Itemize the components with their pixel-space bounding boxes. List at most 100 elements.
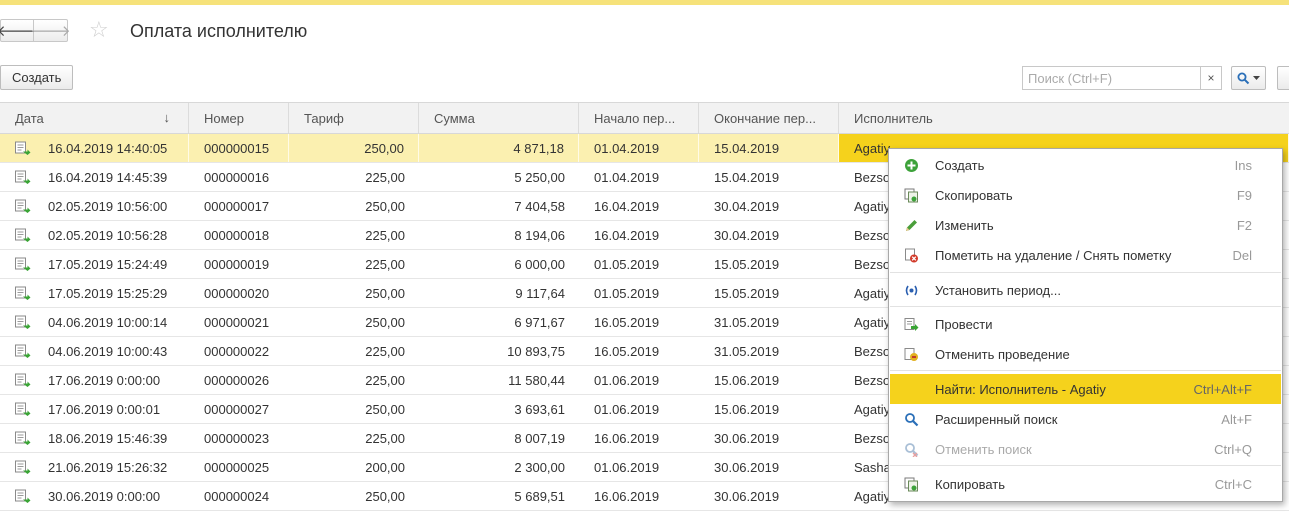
menu-item-label: Создать <box>935 157 985 173</box>
column-header-executor[interactable]: Исполнитель <box>839 103 1289 133</box>
cell-date-text: 17.05.2019 15:25:29 <box>48 285 168 301</box>
cell-date-text: 04.06.2019 10:00:14 <box>48 314 168 330</box>
cell-period-end: 30.06.2019 <box>699 424 839 452</box>
menu-item-advanced-search[interactable]: Расширенный поиск Alt+F <box>890 404 1281 434</box>
menu-item-find-executor[interactable]: Найти: Исполнитель - Agatiy Ctrl+Alt+F <box>890 374 1281 404</box>
cell-date-text: 02.05.2019 10:56:28 <box>48 227 168 243</box>
cell-period-start-text: 16.05.2019 <box>594 314 660 330</box>
cell-period-end-text: 30.06.2019 <box>714 459 780 475</box>
cell-executor-text: Sasha <box>854 459 891 475</box>
cell-executor-text: Agatiy <box>854 314 891 330</box>
cell-period-start: 01.04.2019 <box>579 163 699 191</box>
cell-period-end: 30.06.2019 <box>699 482 839 510</box>
cell-executor-text: Agatiy <box>854 285 891 301</box>
menu-item-label: Найти: Исполнитель - Agatiy <box>935 381 1106 397</box>
pencil-icon <box>904 218 919 233</box>
cell-period-end-text: 30.04.2019 <box>714 198 780 214</box>
menu-item-create[interactable]: Создать Ins <box>890 150 1281 180</box>
forward-button[interactable]: 🡒 <box>30 19 71 42</box>
menu-item-mark-delete[interactable]: Пометить на удаление / Снять пометку Del <box>890 240 1281 270</box>
column-header-number[interactable]: Номер <box>189 103 289 133</box>
posted-document-icon <box>15 489 31 503</box>
cell-date: 02.05.2019 10:56:28 <box>0 221 189 249</box>
cell-tariff-text: 250,00 <box>365 488 405 504</box>
create-button[interactable]: Создать <box>0 65 74 90</box>
cell-tariff-text: 225,00 <box>365 227 405 243</box>
cell-period-start: 16.05.2019 <box>579 308 699 336</box>
column-header-period-start[interactable]: Начало пер... <box>579 103 699 133</box>
column-header-amount[interactable]: Сумма <box>419 103 579 133</box>
posted-document-icon <box>15 431 31 445</box>
cell-date-text: 04.06.2019 10:00:43 <box>48 343 168 359</box>
menu-item-shortcut: Ctrl+Alt+F <box>1193 381 1252 397</box>
menu-item-copy-clipboard[interactable]: Копировать Ctrl+C <box>890 469 1281 499</box>
cell-amount: 5 689,51 <box>419 482 579 510</box>
column-header-period-end[interactable]: Окончание пер... <box>699 103 839 133</box>
cell-amount: 5 250,00 <box>419 163 579 191</box>
cell-period-start-text: 16.04.2019 <box>594 198 660 214</box>
menu-item-post[interactable]: Провести <box>890 309 1281 339</box>
cell-executor-text: Agatiy <box>854 198 891 214</box>
copy-icon <box>904 188 919 203</box>
search-input[interactable]: Поиск (Ctrl+F) <box>1022 66 1200 90</box>
cell-number-text: 000000023 <box>204 430 270 446</box>
cell-period-end: 31.05.2019 <box>699 308 839 336</box>
cell-period-start-text: 01.05.2019 <box>594 285 660 301</box>
cell-period-end: 15.06.2019 <box>699 366 839 394</box>
cell-period-end-text: 30.04.2019 <box>714 227 780 243</box>
cell-date: 02.05.2019 10:56:00 <box>0 192 189 220</box>
cell-date: 04.06.2019 10:00:14 <box>0 308 189 336</box>
favorite-star-icon[interactable]: ☆ <box>89 18 109 42</box>
cell-period-end-text: 31.05.2019 <box>714 343 780 359</box>
cell-executor-text: Agatiy <box>854 401 891 417</box>
cell-period-end-text: 15.05.2019 <box>714 285 780 301</box>
cell-period-end-text: 15.04.2019 <box>714 169 780 185</box>
column-header-date[interactable]: Дата ↓ <box>0 103 189 133</box>
cell-amount: 6 000,00 <box>419 250 579 278</box>
cell-amount: 8 007,19 <box>419 424 579 452</box>
menu-item-label: Копировать <box>935 476 1005 492</box>
cell-period-end-text: 30.06.2019 <box>714 430 780 446</box>
cell-amount-text: 6 000,00 <box>514 256 565 272</box>
cell-tariff-text: 225,00 <box>365 343 405 359</box>
menu-item-unpost[interactable]: Отменить проведение <box>890 339 1281 369</box>
cell-amount-text: 8 194,06 <box>514 227 565 243</box>
cell-amount: 3 693,61 <box>419 395 579 423</box>
posted-document-icon <box>15 315 31 329</box>
menu-item-shortcut: Ins <box>1234 157 1252 173</box>
cell-tariff: 250,00 <box>289 279 419 307</box>
search-clear-button[interactable]: × <box>1200 66 1222 90</box>
menu-item-edit[interactable]: Изменить F2 <box>890 210 1281 240</box>
search-button[interactable] <box>1231 66 1266 90</box>
cell-amount-text: 9 117,64 <box>515 285 565 301</box>
menu-separator <box>890 306 1281 307</box>
cell-executor-text: Bezso <box>854 343 891 359</box>
cell-period-start: 16.04.2019 <box>579 192 699 220</box>
cell-tariff: 225,00 <box>289 424 419 452</box>
period-icon <box>904 283 919 298</box>
cell-number-text: 000000027 <box>204 401 270 417</box>
cell-tariff-text: 250,00 <box>364 140 404 156</box>
posted-document-icon <box>15 199 31 213</box>
more-actions-button[interactable] <box>1277 66 1289 90</box>
cell-amount: 11 580,44 <box>419 366 579 394</box>
back-button[interactable]: 🡐 <box>0 19 37 42</box>
posted-document-icon <box>15 286 31 300</box>
cell-period-start-text: 01.06.2019 <box>594 459 660 475</box>
menu-item-set-period[interactable]: Установить период... <box>890 275 1281 305</box>
cell-tariff-text: 225,00 <box>365 430 405 446</box>
menu-item-copy[interactable]: Скопировать F9 <box>890 180 1281 210</box>
cell-amount-text: 4 871,18 <box>513 140 564 156</box>
cell-tariff-text: 250,00 <box>365 198 405 214</box>
menu-item-shortcut: Del <box>1232 247 1252 263</box>
cell-tariff-text: 225,00 <box>365 256 405 272</box>
close-icon: × <box>1207 71 1215 85</box>
cell-tariff-text: 225,00 <box>365 169 405 185</box>
cell-period-end: 15.05.2019 <box>699 279 839 307</box>
cell-amount: 7 404,58 <box>419 192 579 220</box>
cell-number-text: 000000019 <box>204 256 270 272</box>
posted-document-icon <box>15 373 31 387</box>
cell-period-start-text: 16.04.2019 <box>594 227 660 243</box>
column-header-tariff[interactable]: Тариф <box>289 103 419 133</box>
context-menu: Создать Ins Скопировать F9 Изменить F2 Пометит… <box>888 148 1283 502</box>
